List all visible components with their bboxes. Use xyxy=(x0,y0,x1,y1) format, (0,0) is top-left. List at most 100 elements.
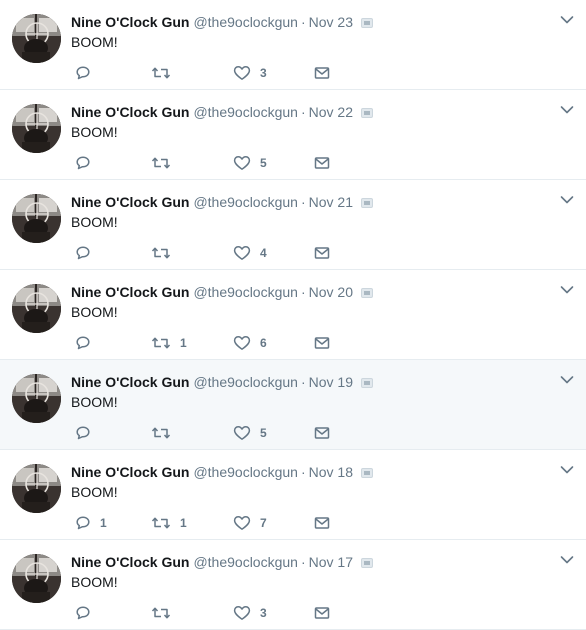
gray-badge-icon xyxy=(361,18,373,28)
reply-count: 1 xyxy=(100,516,107,530)
tweet[interactable]: Nine O'Clock Gun @the9oclockgun · Nov 22 BO… xyxy=(0,90,586,180)
author-fullname[interactable]: Nine O'Clock Gun xyxy=(71,194,189,210)
reply-button[interactable] xyxy=(75,243,100,263)
like-count: 7 xyxy=(260,516,267,530)
avatar[interactable] xyxy=(12,554,61,603)
tweet-timestamp[interactable]: Nov 22 xyxy=(309,104,353,120)
heart-icon xyxy=(233,426,251,440)
retweet-button[interactable]: 1 xyxy=(151,513,187,533)
like-button[interactable]: 5 xyxy=(233,153,267,173)
avatar[interactable] xyxy=(12,284,61,333)
direct-message-button[interactable] xyxy=(314,513,330,533)
cannon-photo-icon xyxy=(12,554,61,603)
reply-button[interactable]: 1 xyxy=(75,513,107,533)
author-username[interactable]: @the9oclockgun xyxy=(193,464,298,480)
tweet[interactable]: Nine O'Clock Gun @the9oclockgun · Nov 18 BO… xyxy=(0,450,586,540)
author-username[interactable]: @the9oclockgun xyxy=(193,194,298,210)
author-username[interactable]: @the9oclockgun xyxy=(193,104,298,120)
direct-message-button[interactable] xyxy=(314,153,330,173)
tweet-timeline: Nine O'Clock Gun @the9oclockgun · Nov 23 BO… xyxy=(0,0,586,630)
heart-icon xyxy=(233,336,251,350)
retweet-button[interactable]: 1 xyxy=(151,333,187,353)
retweet-button[interactable] xyxy=(151,153,180,173)
retweet-button[interactable] xyxy=(151,423,180,443)
cannon-photo-icon xyxy=(12,464,61,513)
reply-button[interactable] xyxy=(75,603,100,623)
author-fullname[interactable]: Nine O'Clock Gun xyxy=(71,374,189,390)
direct-message-button[interactable] xyxy=(314,243,330,263)
retweet-icon xyxy=(151,67,171,79)
tweet-timestamp[interactable]: Nov 20 xyxy=(309,284,353,300)
reply-icon xyxy=(76,426,90,440)
like-count: 4 xyxy=(260,246,267,260)
avatar[interactable] xyxy=(12,104,61,153)
tweet-timestamp[interactable]: Nov 21 xyxy=(309,194,353,210)
tweet-header: Nine O'Clock Gun @the9oclockgun · Nov 22 xyxy=(71,103,373,121)
chevron-down-icon[interactable] xyxy=(560,555,574,565)
direct-message-button[interactable] xyxy=(314,423,330,443)
chevron-down-icon[interactable] xyxy=(560,465,574,475)
tweet-header: Nine O'Clock Gun @the9oclockgun · Nov 23 xyxy=(71,13,373,31)
avatar[interactable] xyxy=(12,374,61,423)
author-username[interactable]: @the9oclockgun xyxy=(193,284,298,300)
tweet-timestamp[interactable]: Nov 19 xyxy=(309,374,353,390)
author-fullname[interactable]: Nine O'Clock Gun xyxy=(71,104,189,120)
like-button[interactable]: 5 xyxy=(233,423,267,443)
avatar[interactable] xyxy=(12,14,61,63)
tweet[interactable]: Nine O'Clock Gun @the9oclockgun · Nov 19 BO… xyxy=(0,360,586,450)
tweet[interactable]: Nine O'Clock Gun @the9oclockgun · Nov 20 BO… xyxy=(0,270,586,360)
direct-message-button[interactable] xyxy=(314,603,330,623)
like-button[interactable]: 6 xyxy=(233,333,267,353)
chevron-down-icon[interactable] xyxy=(560,195,574,205)
like-count: 6 xyxy=(260,336,267,350)
author-fullname[interactable]: Nine O'Clock Gun xyxy=(71,14,189,30)
reply-button[interactable] xyxy=(75,153,100,173)
like-button[interactable]: 3 xyxy=(233,63,267,83)
tweet-timestamp[interactable]: Nov 17 xyxy=(309,554,353,570)
like-count: 5 xyxy=(260,156,267,170)
reply-button[interactable] xyxy=(75,423,100,443)
chevron-down-icon[interactable] xyxy=(560,375,574,385)
retweet-button[interactable] xyxy=(151,603,180,623)
reply-button[interactable] xyxy=(75,333,100,353)
reply-button[interactable] xyxy=(75,63,100,83)
separator-dot: · xyxy=(300,194,306,210)
retweet-button[interactable] xyxy=(151,243,180,263)
chevron-down-icon[interactable] xyxy=(560,15,574,25)
like-button[interactable]: 7 xyxy=(233,513,267,533)
author-username[interactable]: @the9oclockgun xyxy=(193,374,298,390)
retweet-button[interactable] xyxy=(151,63,180,83)
heart-icon xyxy=(233,246,251,260)
gray-badge-icon xyxy=(361,288,373,298)
tweet[interactable]: Nine O'Clock Gun @the9oclockgun · Nov 21 BO… xyxy=(0,180,586,270)
like-button[interactable]: 3 xyxy=(233,603,267,623)
avatar[interactable] xyxy=(12,464,61,513)
gray-badge-icon xyxy=(361,468,373,478)
tweet[interactable]: Nine O'Clock Gun @the9oclockgun · Nov 23 BO… xyxy=(0,0,586,90)
like-button[interactable]: 4 xyxy=(233,243,267,263)
tweet-timestamp[interactable]: Nov 18 xyxy=(309,464,353,480)
chevron-down-icon[interactable] xyxy=(560,285,574,295)
envelope-icon xyxy=(314,427,330,439)
avatar[interactable] xyxy=(12,194,61,243)
tweet-actions: 5 xyxy=(71,423,371,443)
author-fullname[interactable]: Nine O'Clock Gun xyxy=(71,554,189,570)
tweet-timestamp[interactable]: Nov 23 xyxy=(309,14,353,30)
author-username[interactable]: @the9oclockgun xyxy=(193,554,298,570)
tweet-actions: 3 xyxy=(71,603,371,623)
direct-message-button[interactable] xyxy=(314,63,330,83)
envelope-icon xyxy=(314,337,330,349)
author-username[interactable]: @the9oclockgun xyxy=(193,14,298,30)
cannon-photo-icon xyxy=(12,14,61,63)
like-count: 3 xyxy=(260,66,267,80)
like-count: 5 xyxy=(260,426,267,440)
direct-message-button[interactable] xyxy=(314,333,330,353)
reply-icon xyxy=(76,246,90,260)
envelope-icon xyxy=(314,157,330,169)
author-fullname[interactable]: Nine O'Clock Gun xyxy=(71,464,189,480)
author-fullname[interactable]: Nine O'Clock Gun xyxy=(71,284,189,300)
retweet-count: 1 xyxy=(180,336,187,350)
chevron-down-icon[interactable] xyxy=(560,105,574,115)
tweet[interactable]: Nine O'Clock Gun @the9oclockgun · Nov 17 BO… xyxy=(0,540,586,630)
tweet-header: Nine O'Clock Gun @the9oclockgun · Nov 17 xyxy=(71,553,373,571)
